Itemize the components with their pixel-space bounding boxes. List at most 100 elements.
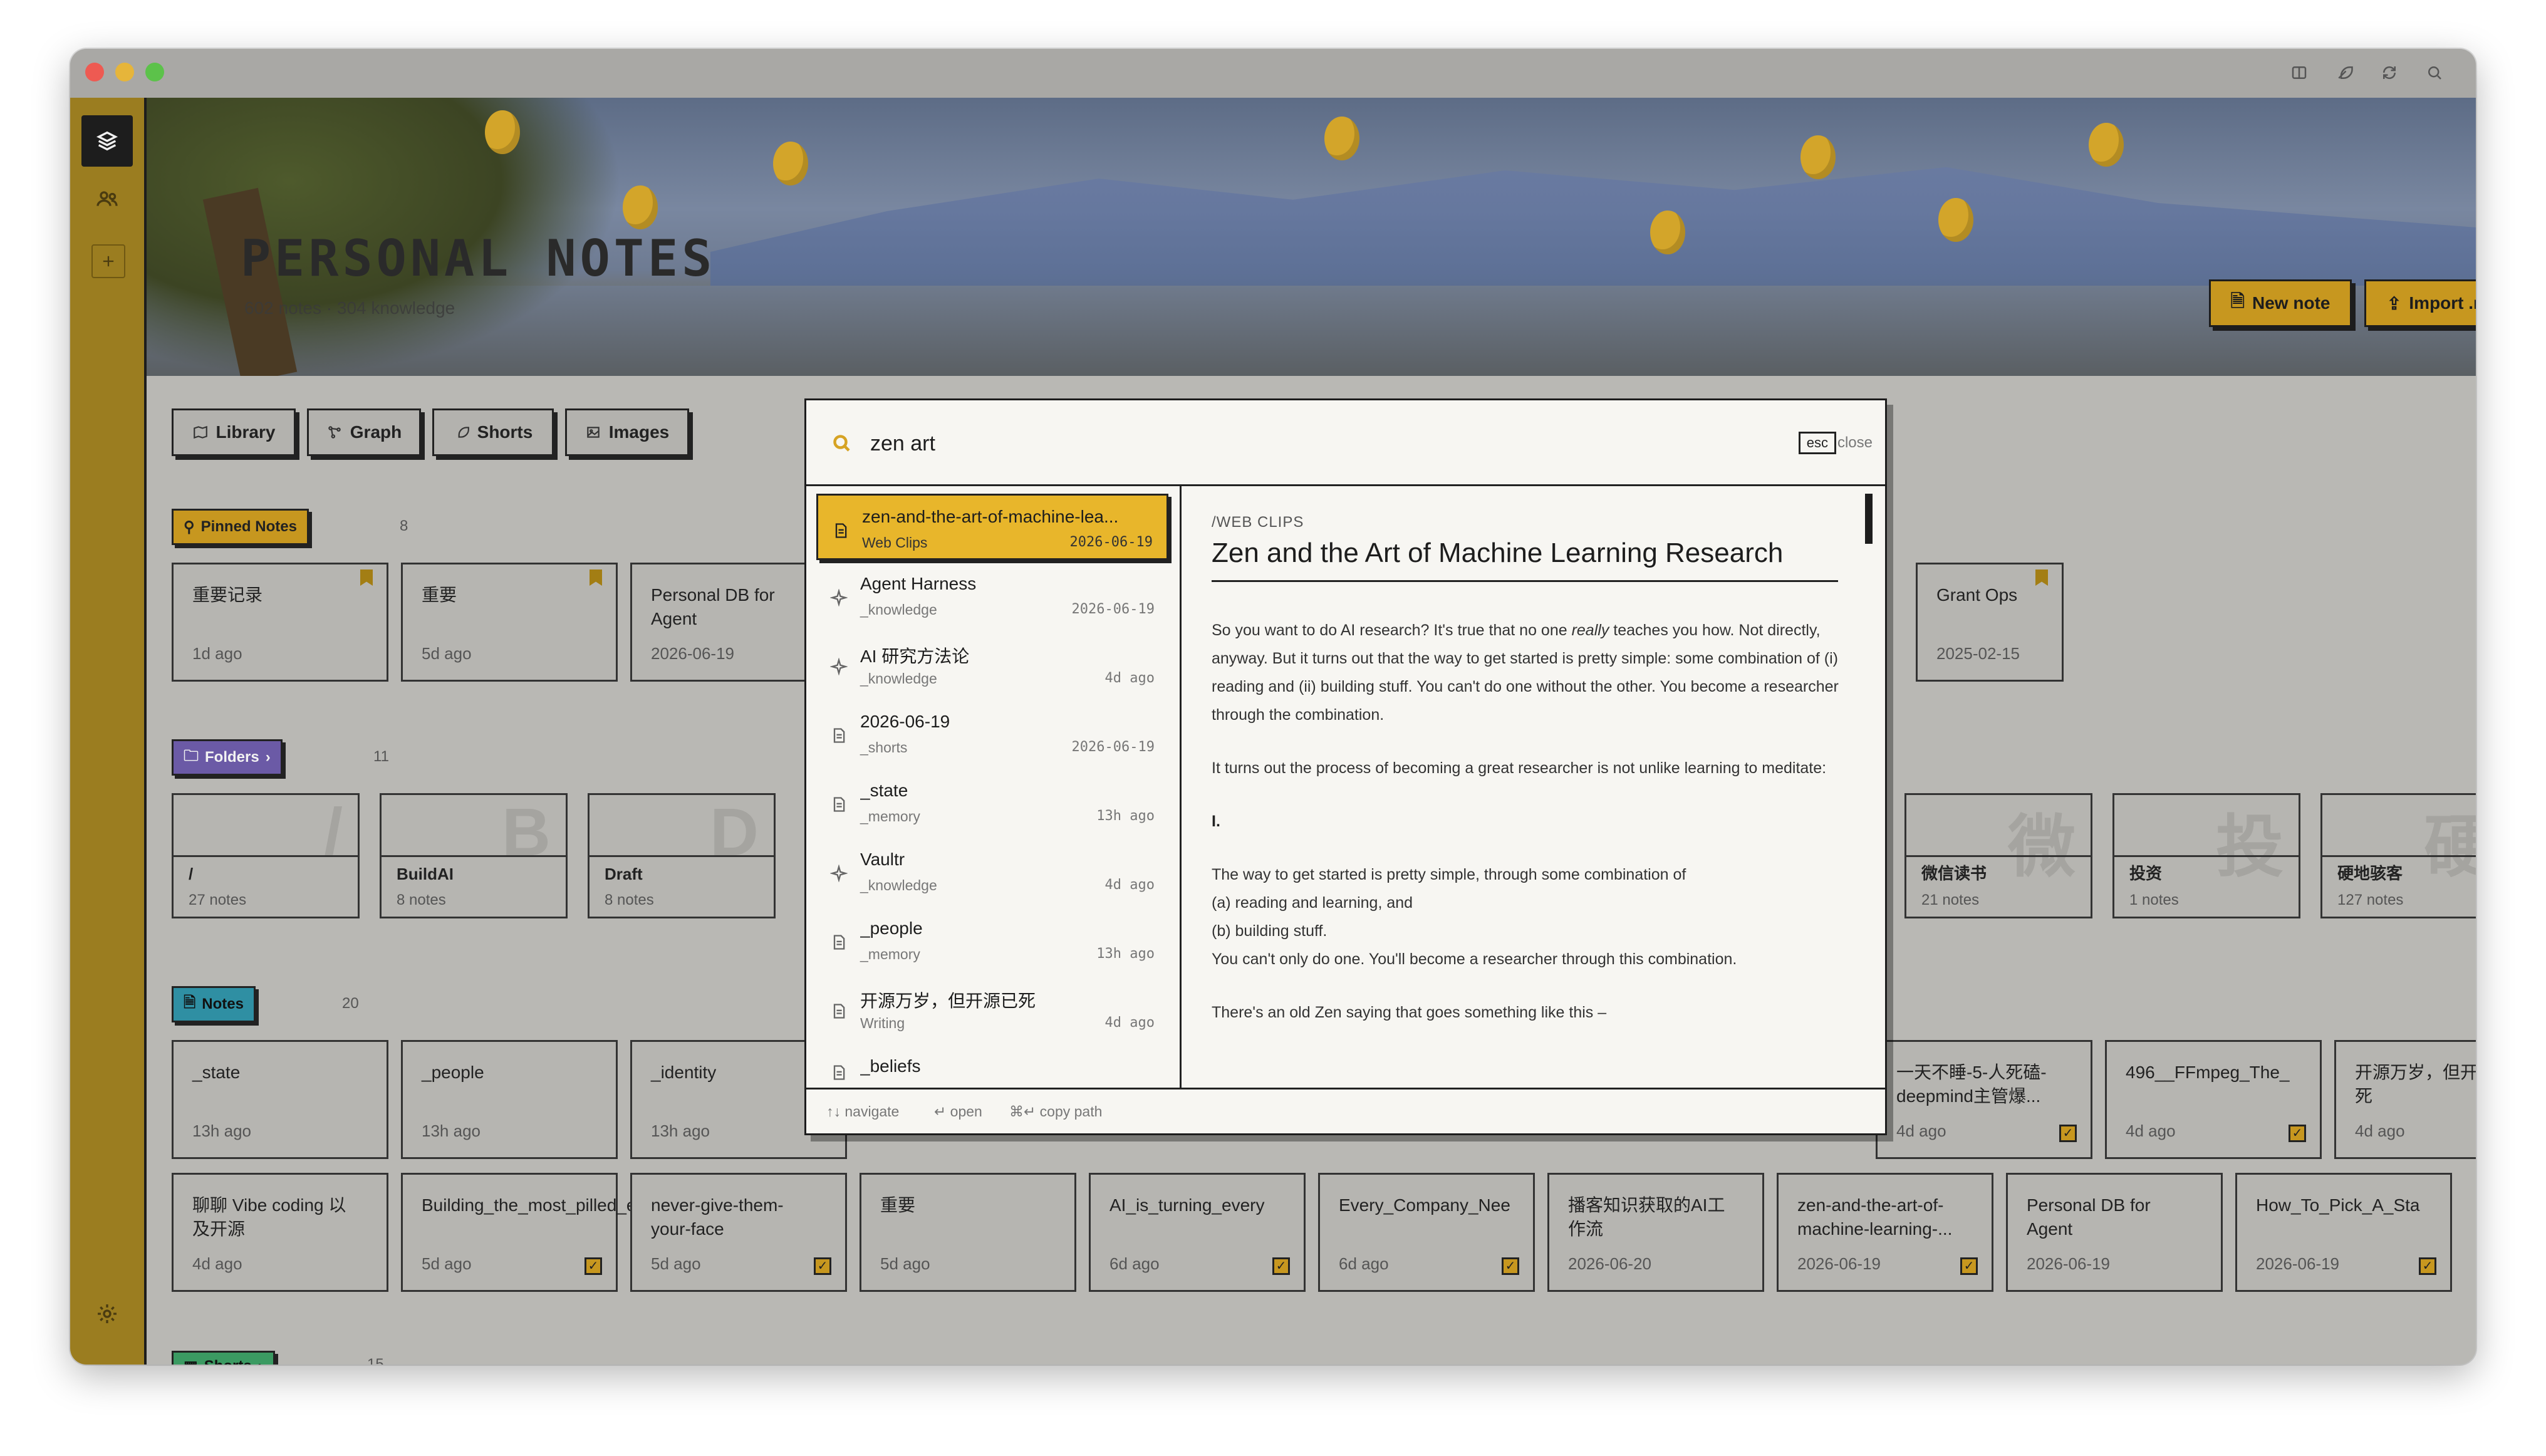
layers-icon[interactable] [81, 115, 133, 167]
chevron-right-icon: › [258, 1358, 263, 1365]
preview-scrollbar[interactable] [1865, 494, 1873, 544]
tab-label: Graph [350, 422, 402, 442]
pinned-card[interactable]: 重要记录 1d ago [172, 563, 388, 682]
search-result-item[interactable]: Vaultr _knowledge 4d ago [816, 838, 1168, 905]
card-title: 开源万岁，但开源已死 [2355, 1063, 2476, 1106]
search-results-list: zen-and-the-art-of-machine-lea... Web Cl… [806, 486, 1182, 1088]
close-hint[interactable]: close [1837, 434, 1873, 452]
lemon-decoration [2089, 123, 2124, 167]
tab-library[interactable]: Library [172, 408, 296, 456]
sparkle-icon [829, 864, 848, 883]
note-card[interactable]: Every_Company_Nee 6d ago ✓ [1318, 1173, 1535, 1292]
result-title: AI 研究方法论 [860, 647, 970, 666]
card-title: Personal DB for Agent [651, 585, 775, 628]
pinned-card[interactable]: Grant Ops 2025-02-15 [1916, 563, 2064, 682]
checkbox-icon: ✓ [1960, 1257, 1978, 1275]
search-icon [830, 432, 853, 454]
search-result-item[interactable]: 2026-06-19 _shorts 2026-06-19 [816, 700, 1168, 767]
card-meta: 13h ago [192, 1121, 251, 1140]
zoom-window-button[interactable] [145, 63, 164, 81]
shorts-count: 15 [367, 1356, 384, 1365]
folder-glyph: D [710, 794, 759, 870]
search-result-item[interactable]: zen-and-the-art-of-machine-lea... Web Cl… [816, 494, 1168, 560]
note-card[interactable]: 496__FFmpeg_The_ 4d ago ✓ [2105, 1040, 2322, 1159]
result-title: _people [860, 918, 923, 938]
feather-icon[interactable] [2333, 61, 2356, 84]
settings-gear-icon[interactable] [81, 1288, 133, 1339]
folder-count: 127 notes [2337, 892, 2404, 908]
folder-card[interactable]: 微 微信读书 21 notes [1904, 793, 2092, 918]
note-card[interactable]: Building_the_most_pilled_engineering_t 5… [401, 1173, 733, 1292]
search-result-item[interactable]: _people _memory 13h ago [816, 907, 1168, 974]
checkbox-icon: ✓ [1272, 1257, 1290, 1275]
search-result-item[interactable]: AI 研究方法论 _knowledge 4d ago [816, 632, 1168, 698]
folder-name: BuildAI [397, 865, 454, 883]
note-card[interactable]: 开源万岁，但开源已死 4d ago ✓ [2334, 1040, 2476, 1159]
folders-label[interactable]: 🗀 Folders › [172, 739, 283, 776]
folders-label-text: Folders [205, 749, 259, 766]
checkbox-icon: ✓ [2419, 1257, 2436, 1275]
notes-label[interactable]: 🗎 Notes [172, 986, 256, 1022]
import-md-button[interactable]: ⇪ Import .md [2364, 279, 2476, 327]
checkbox-icon: ✓ [585, 1257, 602, 1275]
note-card[interactable]: 重要 5d ago [860, 1173, 1076, 1292]
pinned-label-text: Pinned Notes [200, 518, 297, 535]
minimize-window-button[interactable] [115, 63, 134, 81]
card-meta: 2026-06-19 [2027, 1254, 2110, 1273]
note-icon [830, 727, 848, 744]
folder-card[interactable]: D Draft 8 notes [588, 793, 776, 918]
search-input[interactable] [869, 424, 1661, 463]
map-icon [193, 425, 207, 439]
app-window: PERSONAL NOTES 602 notes · 304 knowledge… [70, 49, 2476, 1365]
folder-card[interactable]: / / 27 notes [172, 793, 360, 918]
search-result-item[interactable]: _state _memory 13h ago [816, 769, 1168, 836]
tab-label: Library [216, 422, 276, 442]
search-result-item[interactable]: Agent Harness _knowledge 2026-06-19 [816, 563, 1168, 629]
note-card[interactable]: Personal DB for Agent 2026-06-19 [2006, 1173, 2223, 1292]
note-card[interactable]: _people 13h ago [401, 1040, 618, 1159]
note-card[interactable]: How_To_Pick_A_Sta 2026-06-19 ✓ [2235, 1173, 2452, 1292]
result-folder: Web Clips [862, 534, 928, 551]
folder-card[interactable]: 投 投资 1 notes [2112, 793, 2300, 918]
search-bar: esc close [806, 400, 1885, 486]
note-card[interactable]: 一天不睡-5-人死磕-deepmind主管爆... 4d ago ✓ [1876, 1040, 2092, 1159]
add-workspace-button[interactable] [91, 244, 125, 278]
note-icon [830, 933, 848, 951]
pinned-card[interactable]: 重要 5d ago [401, 563, 618, 682]
search-result-item[interactable]: 开源万岁，但开源已死 Writing 4d ago [816, 976, 1168, 1043]
card-meta: 6d ago [1109, 1254, 1160, 1273]
card-meta: 13h ago [422, 1121, 481, 1140]
search-result-item[interactable]: _beliefs [816, 1045, 1168, 1088]
note-card[interactable]: never-give-them-your-face 5d ago ✓ [630, 1173, 847, 1292]
note-card[interactable]: 播客知识获取的AI工作流 2026-06-20 [1547, 1173, 1764, 1292]
search-icon[interactable] [2423, 61, 2446, 84]
pinned-notes-label[interactable]: ⚲ Pinned Notes [172, 509, 309, 545]
left-rail [70, 98, 147, 1365]
bookmark-icon [2035, 569, 2048, 586]
people-icon[interactable] [81, 173, 133, 224]
tab-images[interactable]: Images [565, 408, 689, 456]
shorts-label[interactable]: ▦ Shorts › [172, 1351, 275, 1365]
card-meta: 2026-06-19 [2256, 1254, 2339, 1273]
preview-category: /WEB CLIPS [1212, 514, 1304, 531]
note-card[interactable]: AI_is_turning_every 6d ago ✓ [1089, 1173, 1306, 1292]
tab-label: Images [608, 422, 670, 442]
close-window-button[interactable] [85, 63, 104, 81]
note-card[interactable]: 聊聊 Vibe coding 以及开源 4d ago [172, 1173, 388, 1292]
note-card[interactable]: _state 13h ago [172, 1040, 388, 1159]
folder-card[interactable]: 硬 硬地骇客 127 notes [2320, 793, 2476, 918]
new-note-button[interactable]: 🗎 New note [2209, 279, 2352, 327]
folder-card[interactable]: B BuildAI 8 notes [380, 793, 568, 918]
note-card[interactable]: zen-and-the-art-of-machine-learning-... … [1777, 1173, 1993, 1292]
esc-key-badge[interactable]: esc [1798, 432, 1836, 454]
card-meta: 4d ago [2126, 1121, 2176, 1140]
preview-line: The way to get started is pretty simple,… [1212, 866, 1686, 883]
tab-shorts[interactable]: Shorts [432, 408, 554, 456]
folder-count: 21 notes [1921, 892, 1980, 908]
sync-icon[interactable] [2378, 61, 2401, 84]
card-title: _state [192, 1063, 241, 1082]
result-folder: _memory [860, 808, 920, 824]
tab-graph[interactable]: Graph [307, 408, 421, 456]
sidebar-toggle-icon[interactable] [2288, 61, 2310, 84]
card-title: _identity [651, 1063, 717, 1082]
